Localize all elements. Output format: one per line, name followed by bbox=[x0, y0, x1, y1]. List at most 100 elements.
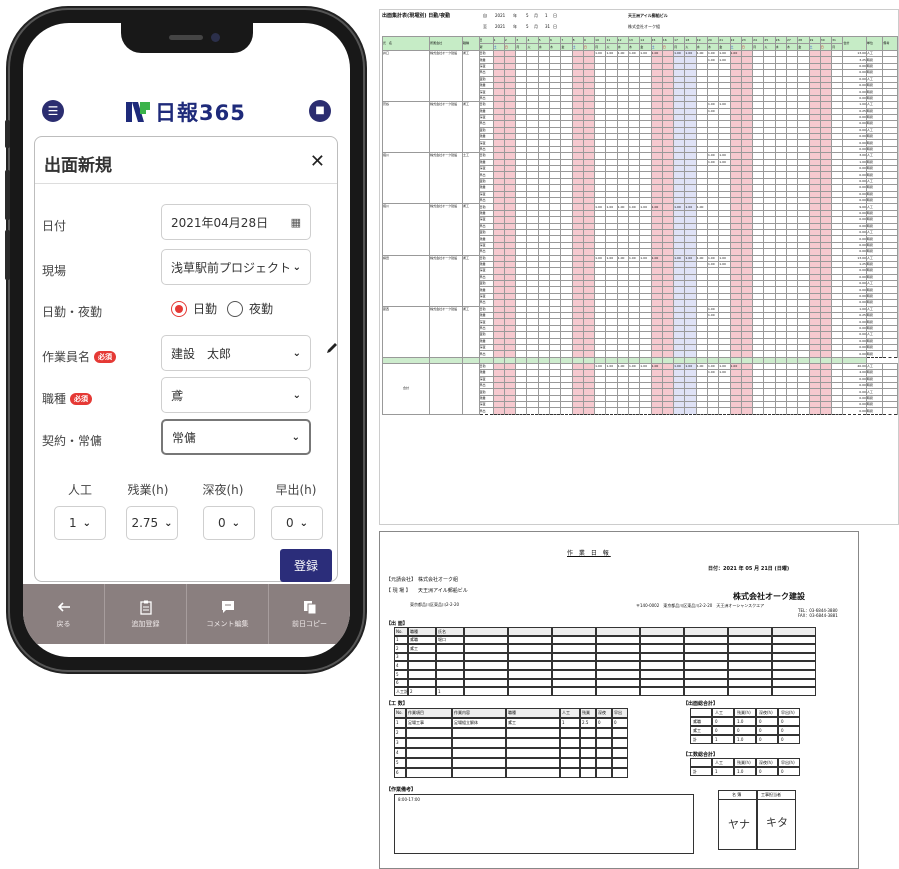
day-cell bbox=[718, 407, 731, 415]
day-cell bbox=[706, 407, 720, 415]
menu-icon[interactable]: ☰ bbox=[42, 100, 64, 122]
close-icon[interactable]: ✕ bbox=[310, 151, 325, 172]
work-cell bbox=[452, 738, 506, 748]
tab-add[interactable]: 追加登録 bbox=[105, 584, 187, 644]
sheet1-title: 出面集計表(現場別) 日勤/夜勤 bbox=[382, 13, 451, 19]
overtime-select[interactable]: 2.75 ⌄ bbox=[126, 506, 178, 540]
radio-day-label: 日勤 bbox=[193, 302, 218, 316]
header-day: 14 bbox=[639, 36, 652, 44]
header-weekday: 日 bbox=[582, 43, 596, 51]
attendance-cell bbox=[684, 627, 728, 636]
attendance-cell bbox=[508, 627, 552, 636]
day-cell bbox=[650, 407, 663, 415]
pencil-edit-icon[interactable] bbox=[325, 341, 339, 355]
header-weekday: 火 bbox=[763, 43, 776, 51]
new-attendance-form: 出面新規 ✕ 日付 2021年04月28日 ▦ 現場 浅草駅前プロジェクト ⌄ … bbox=[34, 136, 338, 582]
attendance-cell bbox=[640, 661, 684, 670]
row-note bbox=[882, 350, 898, 358]
worker-select[interactable]: 建設 太郎 ⌄ bbox=[161, 335, 311, 371]
register-button[interactable]: 登録 bbox=[280, 549, 332, 582]
header-weekday: 月 bbox=[831, 43, 844, 51]
work-cell bbox=[452, 728, 506, 738]
attendance-cell bbox=[684, 652, 728, 662]
radio-night-shift[interactable]: 夜勤 bbox=[227, 300, 273, 317]
tab-add-label: 追加登録 bbox=[131, 620, 160, 628]
date-field[interactable]: 2021年04月28日 ▦ bbox=[161, 204, 311, 240]
worker-name: 葛西 bbox=[381, 305, 431, 358]
worker-name: 菅谷 bbox=[381, 101, 431, 154]
tab-back[interactable]: 戻る bbox=[23, 584, 105, 644]
header-weekday: 金 bbox=[560, 43, 573, 51]
summary1-cell-text: 0 bbox=[759, 718, 762, 724]
early-select[interactable]: 0 ⌄ bbox=[271, 506, 323, 540]
work-cell bbox=[506, 728, 560, 738]
header-weekday: 金 bbox=[639, 43, 652, 51]
worker-label-text: 作業員名 bbox=[42, 350, 91, 364]
header-job: 職種 bbox=[462, 36, 480, 51]
attendance-section-label: 【出 面】 bbox=[386, 621, 408, 627]
site-select[interactable]: 浅草駅前プロジェクト ⌄ bbox=[161, 249, 311, 285]
summary2-cell bbox=[690, 758, 712, 767]
summary1-cell-text: 0 bbox=[759, 727, 762, 733]
client-label: 【元請会社】 bbox=[386, 577, 417, 583]
attendance-cell bbox=[436, 652, 464, 662]
day-cell bbox=[819, 407, 833, 415]
tsuki-label: 月 bbox=[534, 24, 538, 29]
day-cell bbox=[797, 407, 810, 415]
attendance-cell bbox=[728, 670, 772, 679]
work-cell-text: 5 bbox=[396, 760, 399, 765]
header-weekday: 日 bbox=[661, 43, 675, 51]
user-icon[interactable]: ■ bbox=[309, 100, 331, 122]
day-cell bbox=[616, 407, 630, 415]
worker-company: 株式会社オーク建設 bbox=[429, 152, 464, 205]
latenight-select[interactable]: 0 ⌄ bbox=[203, 506, 255, 540]
radio-day-shift[interactable]: 日勤 bbox=[171, 300, 217, 317]
attendance-cell bbox=[508, 678, 552, 688]
calendar-icon[interactable]: ▦ bbox=[291, 216, 301, 229]
chevron-down-icon: ⌄ bbox=[292, 389, 301, 401]
summary1-cell-text: 0 bbox=[781, 718, 784, 724]
chevron-down-icon: ⌄ bbox=[292, 347, 301, 359]
attendance-cell bbox=[596, 644, 640, 653]
work-cell bbox=[406, 728, 452, 738]
header-day: 23 bbox=[740, 36, 754, 44]
manday-select[interactable]: 1 ⌄ bbox=[54, 506, 106, 540]
copy-icon bbox=[303, 601, 316, 615]
from-year: 2021 bbox=[495, 13, 506, 18]
job-select[interactable]: 鳶 ⌄ bbox=[161, 377, 311, 413]
header-weekday: 木 bbox=[628, 43, 641, 51]
tab-comment[interactable]: コメント編集 bbox=[187, 584, 269, 644]
attendance-cell bbox=[684, 644, 728, 653]
phone-screen: ☰ 日報365 ■ 出面新規 ✕ 日付 2021年04月28日 ▦ 現場 浅草駅… bbox=[23, 23, 350, 657]
contract-select[interactable]: 常傭 ⌄ bbox=[161, 419, 311, 455]
attendance-cell bbox=[508, 687, 552, 696]
worker-job: 鳶工 bbox=[462, 305, 480, 358]
day-cell bbox=[785, 407, 799, 415]
summary1-cell-text: 0 bbox=[781, 727, 784, 733]
attendance-cell bbox=[728, 652, 772, 662]
header-weekday: 月 bbox=[594, 43, 607, 51]
header-day: 26 bbox=[774, 36, 787, 44]
contractor-address: 〒140-0002 東京都品川区東品川2-2-20 天王洲オーシャンスクエア bbox=[636, 603, 765, 608]
remarks-box bbox=[394, 794, 694, 854]
worker-company bbox=[429, 362, 464, 415]
tab-copy[interactable]: 前日コピー bbox=[269, 584, 350, 644]
header-day: 17 bbox=[673, 36, 686, 44]
header-day: 18 bbox=[684, 36, 697, 44]
app-header: ☰ 日報365 ■ bbox=[23, 95, 350, 139]
mute-switch bbox=[5, 120, 10, 148]
attendance-cell bbox=[772, 687, 816, 696]
day-cell bbox=[560, 407, 573, 415]
daily-work-report: 作 業 日 報 日付：2021 年 05 月 21日 (日曜) 【元請会社】 株… bbox=[379, 531, 859, 869]
work-cell-text: 鳶工 bbox=[508, 720, 516, 725]
summary2-cell-text: 深夜(h) bbox=[759, 759, 773, 765]
attendance-cell bbox=[596, 661, 640, 670]
tab-comment-label: コメント編集 bbox=[206, 620, 249, 628]
header-day: 3 bbox=[515, 36, 528, 44]
header-weekday: 土 bbox=[729, 43, 742, 51]
attendance-cell bbox=[464, 661, 508, 670]
site-address: 東京都品川区東品川2-2-20 bbox=[410, 602, 460, 607]
attendance-cell bbox=[596, 687, 640, 696]
worker-job: 鳶工 bbox=[462, 203, 480, 256]
summary2-cell-text: 計 bbox=[693, 768, 697, 774]
